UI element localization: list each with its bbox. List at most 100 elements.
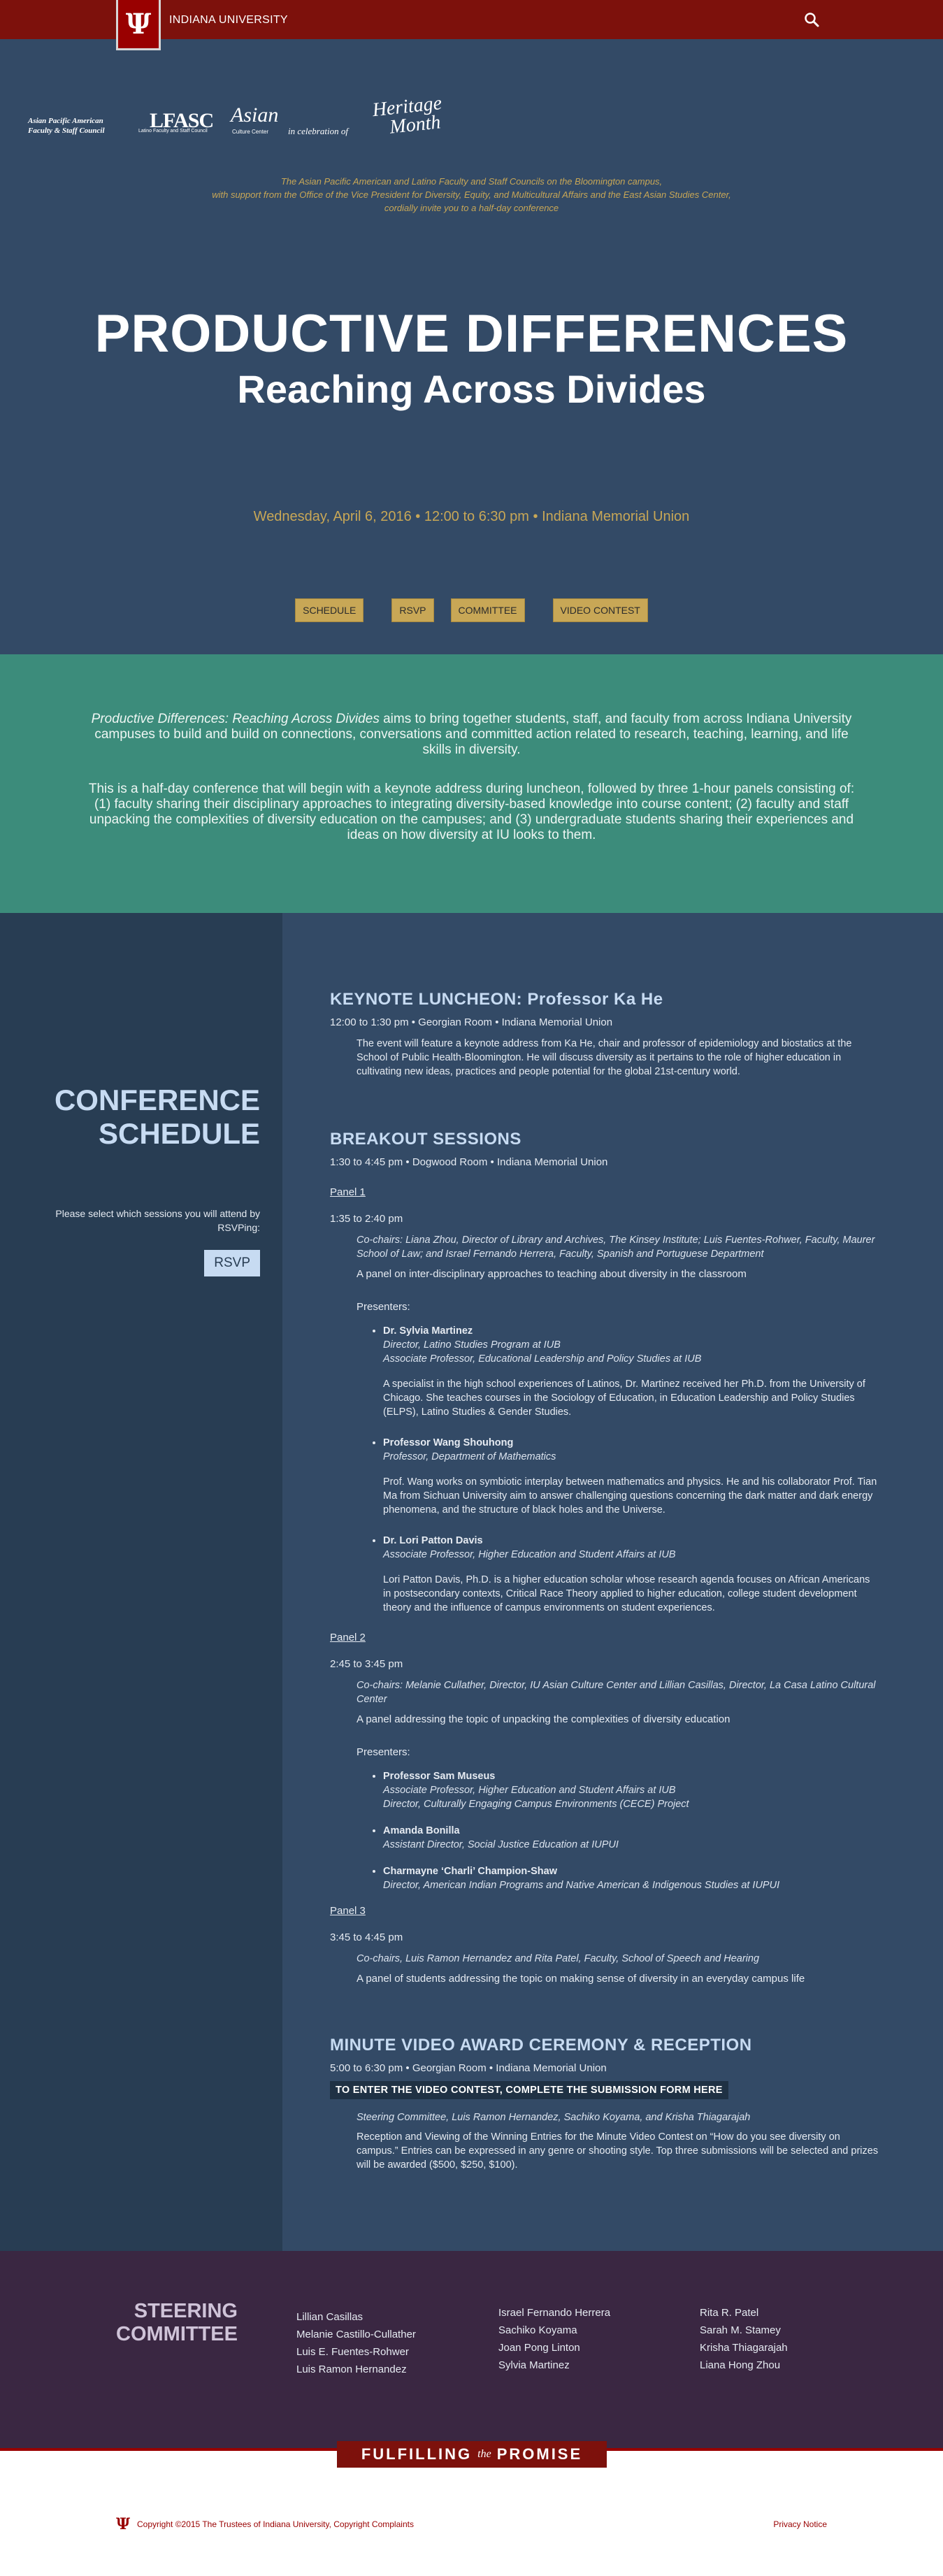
presenter-item: Dr. Sylvia Martinez Director, Latino Stu… xyxy=(383,1324,880,1419)
video-contest-form-link[interactable]: TO ENTER THE VIDEO CONTEST, COMPLETE THE… xyxy=(330,2081,728,2099)
intro-section: Productive Differences: Reaching Across … xyxy=(0,654,943,913)
copyright-sep: , xyxy=(329,2519,334,2529)
presenters-label: Presenters: xyxy=(357,1746,410,1758)
reception-committee: Steering Committee, Luis Ramon Hernandez… xyxy=(357,2112,751,2123)
intro-paragraph: Productive Differences: Reaching Across … xyxy=(84,712,859,758)
schedule-button[interactable]: SCHEDULE xyxy=(295,598,364,622)
presenter-role: Associate Professor, Educational Leaders… xyxy=(383,1353,702,1365)
conference-dateline: Wednesday, April 6, 2016 • 12:00 to 6:30… xyxy=(253,509,690,524)
keynote-block: KEYNOTE LUNCHEON: Professor Ka He 12:00 … xyxy=(330,990,880,1079)
keynote-description: The event will feature a keynote address… xyxy=(357,1038,852,1077)
presenter-item: Professor Wang Shouhong Professor, Depar… xyxy=(383,1436,880,1517)
promise-the: the xyxy=(477,2448,491,2460)
panel-1-time: 1:35 to 2:40 pm xyxy=(330,1213,403,1225)
celebration-text: in celebration of xyxy=(288,126,348,136)
panel-3-description: A panel of students addressing the topic… xyxy=(357,1973,805,1985)
conference-subtitle: Reaching Across Divides xyxy=(237,367,706,411)
presenter-bio: Prof. Wang works on symbiotic interplay … xyxy=(383,1476,877,1516)
footer-trident-icon[interactable]: Ψ xyxy=(116,2515,130,2533)
presenter-role: Associate Professor, Higher Education an… xyxy=(383,1785,676,1796)
apa-logo-line2: Faculty & Staff Council xyxy=(28,127,105,136)
apa-logo-line1: Asian Pacific American xyxy=(28,117,103,125)
schedule-heading: CONFERENCE SCHEDULE xyxy=(8,1084,260,1151)
panel-2: Panel 2 2:45 to 3:45 pm Co-chairs: Melan… xyxy=(330,1632,880,1892)
footer-copyright: Copyright ©2015 The Trustees of Indiana … xyxy=(137,2519,414,2529)
presenter-name: Charmayne ‘Charli’ Champion-Shaw xyxy=(383,1866,557,1877)
presenter-role: Professor, Department of Mathematics xyxy=(383,1451,556,1462)
presenter-role: Associate Professor, Higher Education an… xyxy=(383,1549,676,1560)
invite-line: with support from the Office of the Vice… xyxy=(212,189,731,200)
reception-title: MINUTE VIDEO AWARD CEREMONY & RECEPTION xyxy=(330,2036,752,2055)
committee-column-1: Lillian Casillas Melanie Castillo-Cullat… xyxy=(296,2308,416,2378)
presenter-role: Assistant Director, Social Justice Educa… xyxy=(383,1839,619,1850)
schedule-content: KEYNOTE LUNCHEON: Professor Ka He 12:00 … xyxy=(282,913,943,2251)
intro-emphasis: Productive Differences: Reaching Across … xyxy=(91,712,380,726)
presenter-name: Professor Sam Museus xyxy=(383,1771,496,1782)
site-footer: Ψ Copyright ©2015 The Trustees of Indian… xyxy=(0,2511,943,2576)
panel-1-chairs: Co-chairs: Liana Zhou, Director of Libra… xyxy=(357,1235,875,1260)
presenter-name: Dr. Lori Patton Davis xyxy=(383,1535,483,1546)
committee-button[interactable]: COMMITTEE xyxy=(450,598,525,622)
presenter-role: Director, Latino Studies Program at IUB xyxy=(383,1339,561,1351)
search-icon[interactable] xyxy=(803,11,820,28)
presenters-label: Presenters: xyxy=(357,1301,410,1313)
sidebar-rsvp-button[interactable]: RSVP xyxy=(204,1250,260,1276)
steering-heading-line2: COMMITTEE xyxy=(116,2323,238,2345)
presenter-bio: Lori Patton Davis, Ph.D. is a higher edu… xyxy=(383,1574,870,1613)
steering-heading: STEERING COMMITTEE xyxy=(112,2300,238,2346)
panel-3-link[interactable]: Panel 3 xyxy=(330,1905,366,1917)
presenter-item: Amanda Bonilla Assistant Director, Socia… xyxy=(383,1824,880,1852)
fulfilling-promise-banner[interactable]: FULFILLING the PROMISE xyxy=(337,2441,607,2468)
copyright-complaints-link[interactable]: Copyright Complaints xyxy=(333,2519,414,2529)
panel-2-description: A panel addressing the topic of unpackin… xyxy=(357,1713,730,1725)
committee-column-3: Rita R. Patel Sarah M. Stamey Krisha Thi… xyxy=(700,2304,788,2374)
panel-2-chairs: Co-chairs: Melanie Cullather, Director, … xyxy=(357,1680,876,1705)
committee-member: Melanie Castillo-Cullather xyxy=(296,2329,416,2340)
reception-block: MINUTE VIDEO AWARD CEREMONY & RECEPTION … xyxy=(330,2036,880,2172)
steering-heading-line1: STEERING xyxy=(134,2300,238,2322)
video-contest-button[interactable]: VIDEO CONTEST xyxy=(552,598,648,622)
hero-section: Asian Pacific American Faculty & Staff Co… xyxy=(0,39,943,654)
committee-member: Sylvia Martinez xyxy=(498,2359,570,2371)
presenter-role: Director, Culturally Engaging Campus Env… xyxy=(383,1799,689,1810)
schedule-section: CONFERENCE SCHEDULE Please select which s… xyxy=(0,913,943,2251)
asian-culture-center-logo-sub: Culture Center xyxy=(232,129,269,135)
panel-1-description: A panel on inter-disciplinary approaches… xyxy=(357,1268,747,1280)
keynote-meta: 12:00 to 1:30 pm • Georgian Room • India… xyxy=(330,1016,613,1028)
reception-description: Reception and Viewing of the Winning Ent… xyxy=(357,2131,879,2171)
iu-logo[interactable]: Ψ xyxy=(116,0,161,50)
hero-nav: SCHEDULE RSVP COMMITTEE VIDEO CONTEST xyxy=(0,598,943,622)
presenter-name: Dr. Sylvia Martinez xyxy=(383,1325,473,1337)
intro-paragraph-2: This is a half-day conference that will … xyxy=(88,782,855,842)
committee-member: Liana Hong Zhou xyxy=(700,2359,781,2371)
invite-line: cordially invite you to a half-day confe… xyxy=(384,203,559,213)
copyright-text: Copyright ©2015 The Trustees of xyxy=(137,2519,264,2529)
committee-member: Sachiko Koyama xyxy=(498,2324,577,2336)
reception-meta: 5:00 to 6:30 pm • Georgian Room • Indian… xyxy=(330,2062,607,2074)
committee-member: Luis E. Fuentes-Rohwer xyxy=(296,2346,409,2358)
panel-2-link[interactable]: Panel 2 xyxy=(330,1632,366,1643)
panel-1: Panel 1 1:35 to 2:40 pm Co-chairs: Liana… xyxy=(330,1186,880,1615)
panel-2-presenters: Professor Sam Museus Associate Professor… xyxy=(330,1769,880,1892)
committee-member: Sarah M. Stamey xyxy=(700,2324,781,2336)
panel-1-link[interactable]: Panel 1 xyxy=(330,1186,366,1198)
presenter-name: Amanda Bonilla xyxy=(383,1825,460,1836)
conference-title: PRODUCTIVE DIFFERENCES xyxy=(94,304,849,364)
promise-word: FULFILLING xyxy=(361,2445,473,2463)
privacy-notice-link[interactable]: Privacy Notice xyxy=(773,2519,827,2529)
rsvp-button[interactable]: RSVP xyxy=(391,598,434,622)
panel-3-chairs: Co-chairs, Luis Ramon Hernandez and Rita… xyxy=(357,1953,760,1964)
presenter-role: Director, American Indian Programs and N… xyxy=(383,1880,780,1891)
iu-link[interactable]: Indiana University xyxy=(263,2519,329,2529)
brand-name[interactable]: INDIANA UNIVERSITY xyxy=(169,14,288,27)
lfasc-logo-sub: Latino Faculty and Staff Council xyxy=(138,129,208,134)
committee-column-2: Israel Fernando Herrera Sachiko Koyama J… xyxy=(498,2304,610,2374)
panel-3-time: 3:45 to 4:45 pm xyxy=(330,1931,403,1943)
site-header: Ψ INDIANA UNIVERSITY xyxy=(0,0,943,50)
panel-2-time: 2:45 to 3:45 pm xyxy=(330,1658,403,1670)
schedule-sidebar: CONFERENCE SCHEDULE Please select which s… xyxy=(0,913,282,2251)
promise-word: PROMISE xyxy=(496,2445,583,2463)
schedule-heading-line2: SCHEDULE xyxy=(98,1117,260,1150)
fulfilling-promise-band: FULFILLING the PROMISE xyxy=(0,2441,943,2511)
keynote-title: KEYNOTE LUNCHEON: Professor Ka He xyxy=(330,990,663,1009)
